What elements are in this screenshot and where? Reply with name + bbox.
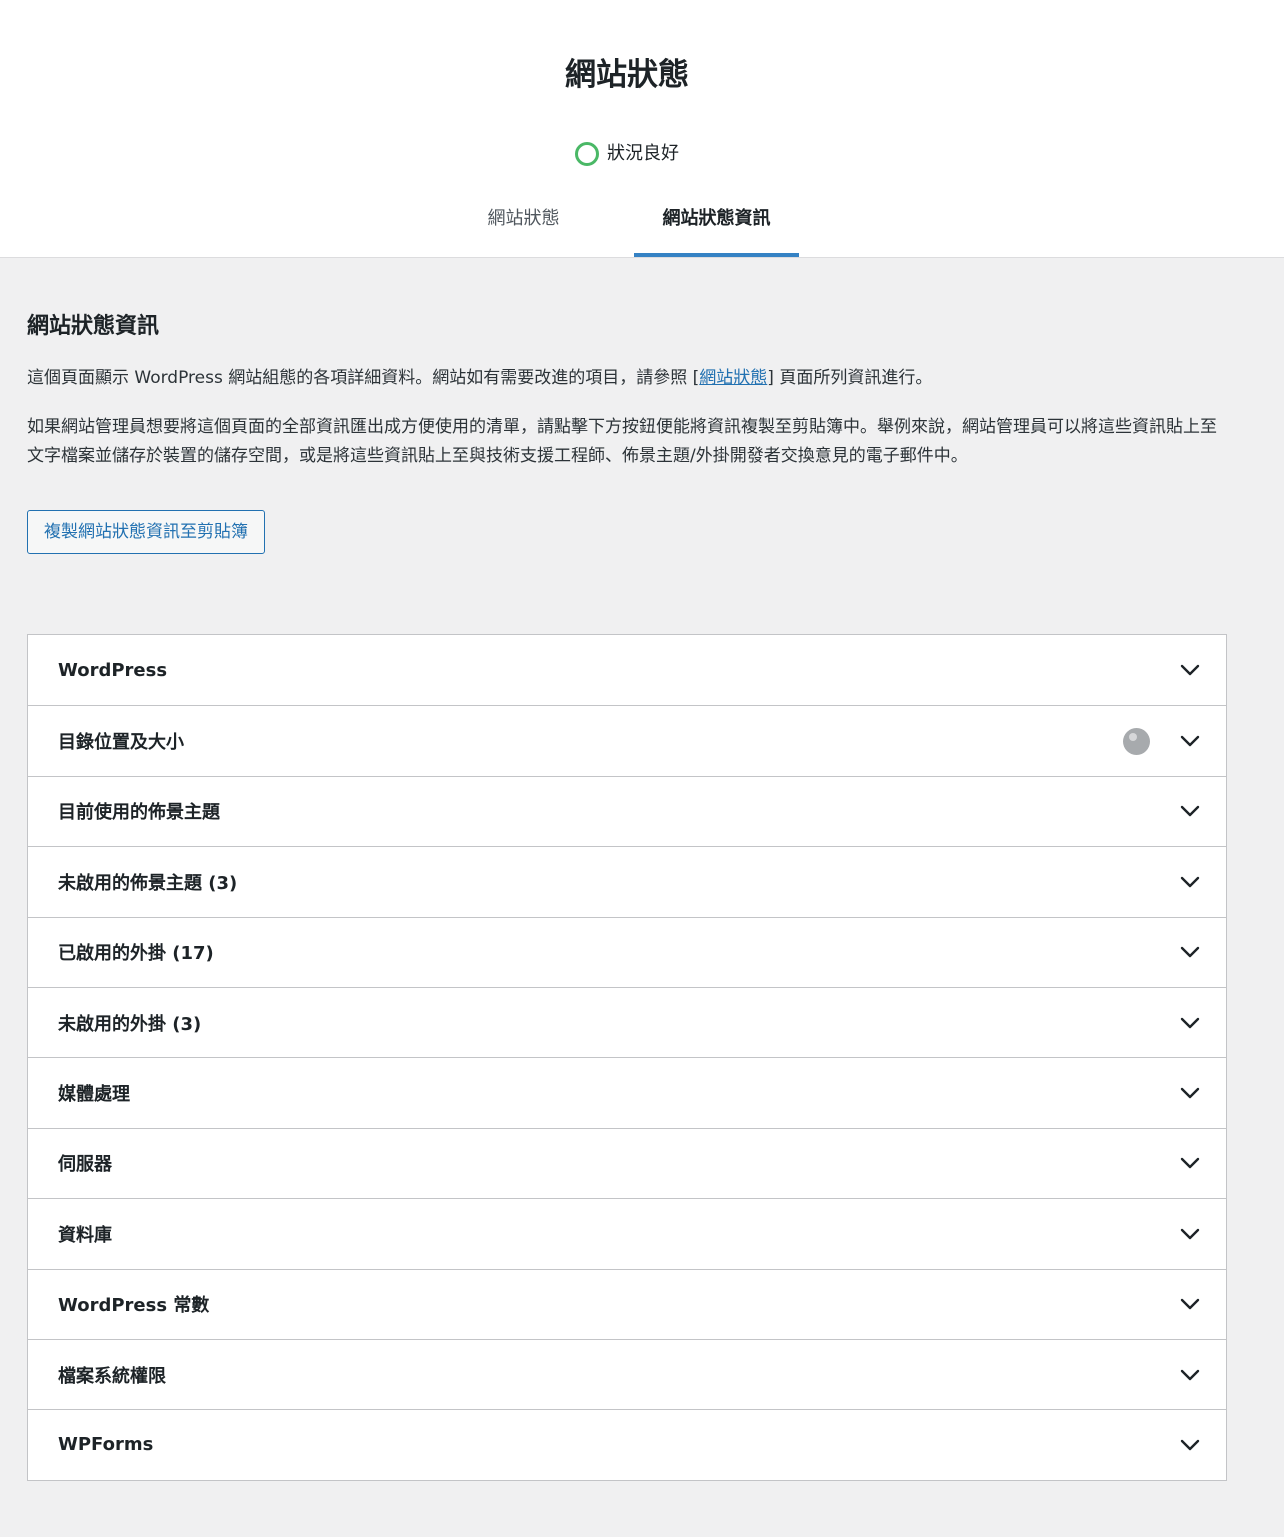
accordion-item-label: 資料庫: [58, 1224, 112, 1246]
accordion-item[interactable]: 未啟用的外掛 (3): [28, 986, 1226, 1057]
accordion-item-label: WordPress: [58, 659, 168, 681]
accordion-item-label: 檔案系統權限: [58, 1365, 166, 1387]
accordion-item-label: 未啟用的外掛 (3): [58, 1013, 202, 1035]
chevron-down-icon[interactable]: [1178, 870, 1202, 894]
status-ring-icon: [575, 142, 599, 166]
accordion-item[interactable]: WPForms: [28, 1409, 1226, 1479]
tab-navigation: 網站狀態 網站狀態資訊: [0, 188, 1254, 257]
chevron-down-icon[interactable]: [1178, 1081, 1202, 1105]
health-status: 狀況良好: [0, 139, 1254, 169]
chevron-down-icon[interactable]: [1178, 799, 1202, 823]
section-title: 網站狀態資訊: [27, 314, 160, 339]
info-accordion: WordPress 目錄位置及大小目前使用的佈景主題 未啟用的佈景主題 (3) 已啟用…: [27, 634, 1227, 1481]
accordion-item[interactable]: 目錄位置及大小: [28, 705, 1226, 775]
intro-paragraph: 這個頁面顯示 WordPress 網站組態的各項詳細資料。網站如有需要改進的項目…: [27, 364, 1227, 394]
main-content: 網站狀態資訊 這個頁面顯示 WordPress 網站組態的各項詳細資料。網站如有…: [27, 258, 1227, 554]
chevron-down-icon[interactable]: [1178, 940, 1202, 964]
chevron-down-icon[interactable]: [1178, 1292, 1202, 1316]
accordion-item-label: WPForms: [58, 1434, 154, 1456]
tab-site-health-info[interactable]: 網站狀態資訊: [634, 188, 799, 257]
accordion-item[interactable]: WordPress 常數: [28, 1268, 1226, 1339]
accordion-item[interactable]: 媒體處理: [28, 1057, 1226, 1127]
chevron-down-icon[interactable]: [1178, 1433, 1202, 1457]
status-label: 狀況良好: [607, 143, 679, 164]
intro-text-before: 這個頁面顯示 WordPress 網站組態的各項詳細資料。網站如有需要改進的項目…: [27, 368, 700, 388]
accordion-item[interactable]: 資料庫: [28, 1198, 1226, 1268]
accordion-item[interactable]: 檔案系統權限: [28, 1338, 1226, 1409]
accordion-item-label: 媒體處理: [58, 1084, 130, 1106]
loading-indicator-icon: [1123, 727, 1150, 755]
chevron-down-icon[interactable]: [1178, 1151, 1202, 1175]
tab-site-health-status[interactable]: 網站狀態: [455, 188, 592, 257]
accordion-item[interactable]: 已啟用的外掛 (17): [28, 916, 1226, 987]
accordion-item-label: 伺服器: [58, 1154, 112, 1176]
accordion-item[interactable]: 伺服器: [28, 1127, 1226, 1198]
accordion-item[interactable]: 目前使用的佈景主題: [28, 775, 1226, 846]
chevron-down-icon[interactable]: [1178, 1222, 1202, 1246]
accordion-item[interactable]: 未啟用的佈景主題 (3): [28, 846, 1226, 916]
page-title: 網站狀態: [565, 57, 689, 93]
accordion-item-label: 目錄位置及大小: [58, 732, 184, 754]
chevron-down-icon[interactable]: [1178, 729, 1202, 753]
accordion-item[interactable]: WordPress: [28, 635, 1226, 705]
chevron-down-icon[interactable]: [1178, 1011, 1202, 1035]
intro-text-after: ] 頁面所列資訊進行。: [767, 368, 933, 388]
chevron-down-icon[interactable]: [1178, 658, 1202, 682]
export-paragraph: 如果網站管理員想要將這個頁面的全部資訊匯出成方便使用的清單，請點擊下方按鈕便能將…: [27, 416, 1217, 467]
accordion-item-label: 目前使用的佈景主題: [58, 802, 220, 824]
accordion-item-label: 已啟用的外掛 (17): [58, 943, 214, 965]
chevron-down-icon[interactable]: [1178, 1363, 1202, 1387]
accordion-item-label: WordPress 常數: [58, 1295, 210, 1317]
site-health-link[interactable]: 網站狀態: [699, 368, 767, 388]
page-header: 網站狀態 狀況良好 網站狀態 網站狀態資訊: [0, 0, 1284, 258]
copy-to-clipboard-button[interactable]: 複製網站狀態資訊至剪貼簿: [27, 509, 265, 554]
accordion-item-label: 未啟用的佈景主題 (3): [58, 872, 238, 894]
